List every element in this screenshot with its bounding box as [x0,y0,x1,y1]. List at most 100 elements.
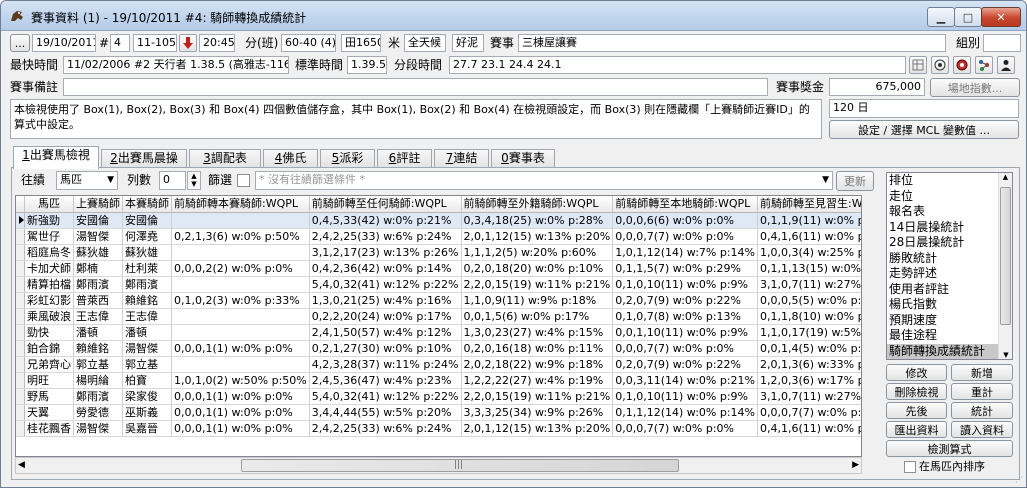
cell-this-jockey[interactable]: 蘇狄雄 [122,244,172,261]
row-selector[interactable] [16,388,25,405]
cell-prev-to-foreign[interactable]: 2,2,0,15(19) w:11% p:21% [461,276,614,293]
recalculate-button[interactable]: 重計 [951,383,1013,400]
cell-prev-to-foreign[interactable]: 1,1,1,2(5) w:20% p:60% [461,244,614,261]
col-header-horse[interactable]: 馬匹 [24,196,74,213]
data-grid[interactable]: 馬匹 上賽騎師 本賽騎師 前騎師轉本賽騎師:WQPL 前騎師轉至任何騎師:WQP… [15,195,862,457]
cell-prev-to-foreign[interactable]: 3,3,3,25(34) w:9% p:26% [461,404,614,421]
list-item[interactable]: 楊氏指數 [887,297,1012,313]
cell-this-jockey[interactable]: 柏寶 [122,372,172,389]
cell-prev-to-apprentice[interactable]: 3,1,0,7(11) w:27% p:36% [757,388,861,405]
col-header-prev-to-local[interactable]: 前騎師轉至本地騎師:WQPL [612,196,758,213]
minimize-button[interactable]: ▁ [927,7,955,27]
cell-prev-to-this[interactable] [171,324,310,341]
tab-dividends[interactable]: 5派彩 [320,149,375,168]
col-header-prev-to-foreign[interactable]: 前騎師轉至外籍騎師:WQPL [461,196,614,213]
filter-checkbox[interactable] [237,174,250,187]
race-name-field[interactable]: 三棟屋讓賽 [518,34,946,52]
list-item[interactable]: 所有路程勝敗統計 [887,359,1012,360]
cell-prev-to-any[interactable]: 3,1,2,17(23) w:13% p:26% [309,244,462,261]
more-button[interactable]: ... [10,34,30,52]
cell-prev-to-foreign[interactable]: 0,2,0,18(20) w:0% p:10% [461,260,614,277]
table-row[interactable]: 鉑合錦 賴維銘 湯智傑 0,0,0,1(1) w:0% p:0% 0,2,1,27(30… [16,340,861,357]
table-row[interactable]: 精算拍檔 鄭雨濱 鄭雨濱 5,4,0,32(41) w:12% p:22% 2,2,0,… [16,276,861,293]
view-list[interactable]: 排位 走位 報名表 14日晨操統計 28日晨操統計 勝敗統計 走勢評述 使用者評註 楊氏指數 預期… [886,172,1013,360]
cell-this-jockey[interactable]: 梁家俊 [122,388,172,405]
cell-prev-to-local[interactable]: 0,1,1,5(7) w:0% p:29% [612,260,758,277]
cell-prev-to-local[interactable]: 0,2,0,7(9) w:0% p:22% [612,292,758,309]
cell-this-jockey[interactable]: 吳嘉晉 [122,420,172,437]
cell-prev-to-foreign[interactable]: 2,0,1,12(15) w:13% p:20% [461,228,614,245]
cell-this-jockey[interactable]: 杜利萊 [122,260,172,277]
cell-horse[interactable]: 桂花飄香 [24,420,74,437]
cell-prev-to-foreign[interactable]: 1,1,0,9(11) w:9% p:18% [461,292,614,309]
sectional-field[interactable]: 27.7 23.1 24.4 24.1 [449,56,906,74]
cell-prev-to-local[interactable]: 0,0,0,7(7) w:0% p:0% [612,228,758,245]
cell-prev-to-apprentice[interactable]: 0,1,1,13(15) w:0% p:13% [757,260,861,277]
cell-prev-to-local[interactable]: 0,0,0,7(7) w:0% p:0% [612,420,758,437]
col-header-prev-jockey[interactable]: 上賽騎師 [73,196,123,213]
cell-horse[interactable]: 天翼 [24,404,74,421]
cell-prev-to-foreign[interactable]: 0,3,4,18(25) w:0% p:28% [461,212,614,229]
cell-prev-to-local[interactable]: 0,1,0,10(11) w:0% p:9% [612,276,758,293]
cell-prev-to-foreign[interactable]: 0,2,0,16(18) w:0% p:11% [461,340,614,357]
cell-horse[interactable]: 兄弟齊心 [24,356,74,373]
cell-prev-to-foreign[interactable]: 2,0,1,12(15) w:13% p:20% [461,420,614,437]
edit-button[interactable]: 修改 [886,364,947,381]
order-button[interactable]: 先後 [886,402,947,419]
list-item[interactable]: 使用者評註 [887,282,1012,298]
venue-index-button[interactable]: 場地指數... [930,78,1020,97]
view-note-text[interactable]: 本檢視使用了 Box(1), Box(2), Box(3) 和 Box(4) 四… [10,99,822,139]
add-button[interactable]: 新增 [951,364,1013,381]
std-time-field[interactable]: 1.39.5 [347,56,387,74]
import-button[interactable]: 讀入資料 [951,421,1013,438]
cell-prev-to-this[interactable] [171,212,310,229]
cell-prev-to-apprentice[interactable]: 0,1,1,8(10) w:0% p:20% [757,308,861,325]
list-item[interactable]: 報名表 [887,204,1012,220]
cell-prev-to-any[interactable]: 0,2,1,27(30) w:0% p:10% [309,340,462,357]
mcl-variable-button[interactable]: 設定 / 選擇 MCL 變數值 ... [829,120,1019,139]
cell-prev-jockey[interactable]: 鄭雨濱 [73,276,123,293]
cell-horse[interactable]: 勁快 [24,324,74,341]
cell-prev-to-local[interactable]: 0,0,1,10(11) w:0% p:9% [612,324,758,341]
cell-prev-to-any[interactable]: 3,4,4,44(55) w:5% p:20% [309,404,462,421]
cell-prev-jockey[interactable]: 郭立基 [73,356,123,373]
cell-prev-jockey[interactable]: 楊明綸 [73,372,123,389]
cell-this-jockey[interactable]: 何澤堯 [122,228,172,245]
cell-this-jockey[interactable]: 鄭雨濱 [122,276,172,293]
cell-horse[interactable]: 稻庭烏冬 [24,244,74,261]
row-selector[interactable] [16,340,25,357]
cell-prev-to-local[interactable]: 0,1,0,10(11) w:0% p:9% [612,388,758,405]
cell-prev-to-apprentice[interactable]: 0,0,0,7(7) w:0% p:0% [757,404,861,421]
cell-prev-to-any[interactable]: 2,4,5,36(47) w:4% p:23% [309,372,462,389]
cell-prev-to-this[interactable]: 0,0,0,1(1) w:0% p:0% [171,388,310,405]
cell-prev-to-any[interactable]: 0,2,2,20(24) w:0% p:17% [309,308,462,325]
filter-condition-select[interactable]: * 沒有往績篩選條件 * ▼ [255,171,833,190]
best-time-field[interactable]: 11/02/2006 #2 天行者 1.38.5 (高雅志-116磅) [63,56,289,74]
user-icon[interactable] [997,56,1015,74]
cell-prev-to-this[interactable]: 0,0,0,1(1) w:0% p:0% [171,404,310,421]
list-item[interactable]: 28日晨操統計 [887,235,1012,251]
table-row[interactable]: 乘風破浪 王志偉 王志偉 0,2,2,20(24) w:0% p:17% 0,0,1,5… [16,308,861,325]
table-row[interactable]: 天翼 勞愛德 巫斯義 0,0,0,1(1) w:0% p:0% 3,4,4,44(55)… [16,404,861,421]
cell-prev-to-this[interactable]: 0,1,0,2(3) w:0% p:33% [171,292,310,309]
cell-prev-to-foreign[interactable]: 2,0,2,18(22) w:9% p:18% [461,356,614,373]
col-header-prev-to-apprentice[interactable]: 前騎師轉至見習生:WQPL [757,196,861,213]
race-id-range-field[interactable]: 11-105 [133,34,177,52]
cell-prev-to-apprentice[interactable]: 0,0,1,4(5) w:0% p:20% [757,340,861,357]
check-formula-button[interactable]: 檢測算式 [886,440,1013,457]
cell-prev-to-local[interactable]: 0,2,0,7(9) w:0% p:22% [612,356,758,373]
cell-prev-to-local[interactable]: 0,0,0,7(7) w:0% p:0% [612,340,758,357]
cell-prev-jockey[interactable]: 賴維銘 [73,340,123,357]
cell-prev-to-foreign[interactable]: 1,3,0,23(27) w:4% p:15% [461,324,614,341]
cell-horse[interactable]: 卡加犬師 [24,260,74,277]
cell-prev-to-any[interactable]: 4,2,3,28(37) w:11% p:24% [309,356,462,373]
cell-horse[interactable]: 野馬 [24,388,74,405]
cell-prev-to-any[interactable]: 2,4,1,50(57) w:4% p:12% [309,324,462,341]
cell-horse[interactable]: 鉑合錦 [24,340,74,357]
days-field[interactable]: 120 日 [829,99,1019,118]
list-scroll-thumb[interactable] [1000,187,1011,325]
scroll-down-icon[interactable]: ▼ [999,351,1012,359]
cell-prev-to-foreign[interactable]: 0,0,1,5(6) w:0% p:17% [461,308,614,325]
cell-prev-to-any[interactable]: 1,3,0,21(25) w:4% p:16% [309,292,462,309]
cell-prev-jockey[interactable]: 王志偉 [73,308,123,325]
